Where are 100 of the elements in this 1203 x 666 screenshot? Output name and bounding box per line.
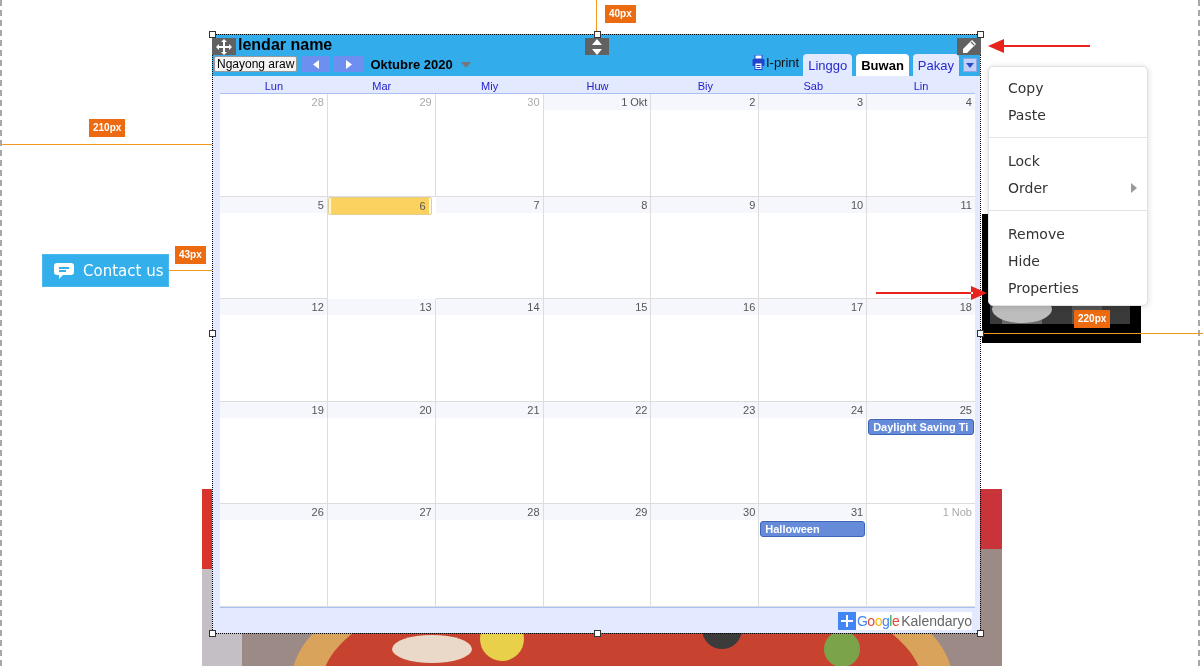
up-down-icon <box>592 38 602 55</box>
edit-button[interactable] <box>957 38 981 55</box>
month-label: Oktubre 2020 <box>370 57 453 72</box>
menu-item[interactable]: Properties <box>989 274 1147 301</box>
menu-label: Lock <box>1008 152 1040 169</box>
day-number: 14 <box>435 299 543 316</box>
caret-down-icon <box>966 62 974 68</box>
resize-handle[interactable] <box>594 31 601 38</box>
day-number: 13 <box>327 299 435 316</box>
day-cell[interactable]: 15 <box>543 299 652 402</box>
day-cell[interactable]: 26 <box>220 504 328 607</box>
day-cell[interactable]: 3 <box>759 94 868 197</box>
day-number: 26 <box>220 504 327 521</box>
resize-handle[interactable] <box>977 630 984 637</box>
view-tab[interactable]: Pakay <box>912 54 959 76</box>
day-number: 17 <box>759 299 867 316</box>
menu-label: Hide <box>1008 252 1040 269</box>
product-label: Kalendaryo <box>901 612 972 629</box>
caret-right-icon <box>345 59 352 69</box>
day-cell[interactable]: 31 Halloween <box>759 504 868 607</box>
google-logo: Google <box>856 612 900 629</box>
calendar-title: lendar name <box>238 35 333 54</box>
submenu-caret-icon <box>1131 182 1137 193</box>
day-number: 16 <box>651 299 759 316</box>
day-cell[interactable]: 1 Okt <box>543 94 652 197</box>
next-button[interactable] <box>334 56 364 72</box>
resize-handle[interactable] <box>594 630 601 637</box>
day-cell[interactable]: 12 <box>220 299 328 402</box>
resize-handle[interactable] <box>209 330 216 337</box>
day-cell[interactable]: 2 <box>651 94 760 197</box>
resize-handle[interactable] <box>209 31 216 38</box>
day-cell[interactable]: 5 <box>220 196 328 300</box>
day-number: 12 <box>220 299 327 316</box>
weekday-label: Biy <box>697 80 713 93</box>
previous-button[interactable] <box>301 56 331 72</box>
day-cell[interactable]: 18 <box>867 299 975 402</box>
day-cell[interactable]: 17 <box>759 299 868 402</box>
menu-item[interactable]: Order <box>989 174 1147 201</box>
today-button[interactable]: Ngayong araw <box>214 56 298 72</box>
day-cell[interactable]: 4 <box>867 94 975 197</box>
move-icon <box>216 38 232 55</box>
day-number: 27 <box>327 504 435 521</box>
day-cell[interactable]: 8 <box>543 196 652 300</box>
print-link[interactable]: I-print <box>751 55 800 70</box>
day-number: 1 Okt <box>543 94 651 110</box>
distance-label: 40px <box>605 5 636 23</box>
day-cell[interactable]: 23 <box>651 401 760 505</box>
menu-item[interactable]: Remove <box>989 220 1147 247</box>
menu-item[interactable]: Hide <box>989 247 1147 274</box>
menu-label: Remove <box>1008 225 1065 242</box>
weekday-label: Lun <box>264 80 284 93</box>
printer-icon <box>751 55 765 70</box>
more-tabs-button[interactable] <box>963 58 977 72</box>
day-cell[interactable]: 7 <box>435 196 544 300</box>
resize-handle[interactable] <box>977 31 984 38</box>
day-cell[interactable]: 9 <box>651 196 760 300</box>
day-cell[interactable]: 20 <box>327 401 436 505</box>
day-cell[interactable]: 24 <box>759 401 868 505</box>
resize-height-button[interactable] <box>585 38 609 55</box>
day-cell[interactable]: 13 <box>327 299 436 402</box>
menu-label: Properties <box>1008 279 1079 296</box>
day-cell[interactable]: 28 <box>435 504 544 607</box>
day-cell[interactable]: 27 <box>327 504 436 607</box>
distance-label: 210px <box>89 119 126 137</box>
view-tab[interactable]: Buwan <box>856 54 909 76</box>
view-tab[interactable]: Linggo <box>803 54 853 76</box>
weekday-label: Sab <box>803 80 823 93</box>
menu-item[interactable]: Lock <box>989 147 1147 174</box>
weekday-label: Huw <box>586 80 609 93</box>
day-number: 30 <box>651 504 759 521</box>
add-calendar-button[interactable] <box>837 611 856 630</box>
day-number: 28 <box>435 504 543 521</box>
menu-label: Paste <box>1008 106 1046 123</box>
day-cell[interactable]: 30 <box>651 504 760 607</box>
plus-icon <box>840 614 853 627</box>
resize-handle[interactable] <box>209 630 216 637</box>
day-cell[interactable]: 14 <box>435 299 544 402</box>
distance-label: 220px <box>1074 310 1111 328</box>
menu-item[interactable]: Copy <box>989 74 1147 101</box>
day-number: 29 <box>543 504 651 521</box>
menu-label: Order <box>1008 179 1048 196</box>
pencil-icon <box>961 38 977 55</box>
day-number: 31 <box>759 504 867 521</box>
day-cell[interactable]: 16 <box>651 299 760 402</box>
day-cell[interactable]: 21 <box>435 401 544 505</box>
day-cell[interactable]: 29 <box>543 504 652 607</box>
weekday-label: Mar <box>372 80 392 93</box>
menu-item[interactable]: Paste <box>989 101 1147 128</box>
weekday-label: Miy <box>481 80 499 93</box>
day-cell[interactable]: 10 <box>759 196 868 300</box>
day-cell[interactable]: 22 <box>543 401 652 505</box>
day-cell[interactable]: 25 Daylight Saving Ti <box>867 401 975 505</box>
move-button[interactable] <box>212 38 236 55</box>
day-number: 4 <box>867 94 975 110</box>
day-number: 2 <box>651 94 759 110</box>
day-cell[interactable]: 19 <box>220 401 328 505</box>
resize-handle[interactable] <box>977 330 984 337</box>
day-number: 15 <box>543 299 651 316</box>
menu-label: Copy <box>1008 79 1044 96</box>
weekday-label: Lin <box>913 80 929 93</box>
